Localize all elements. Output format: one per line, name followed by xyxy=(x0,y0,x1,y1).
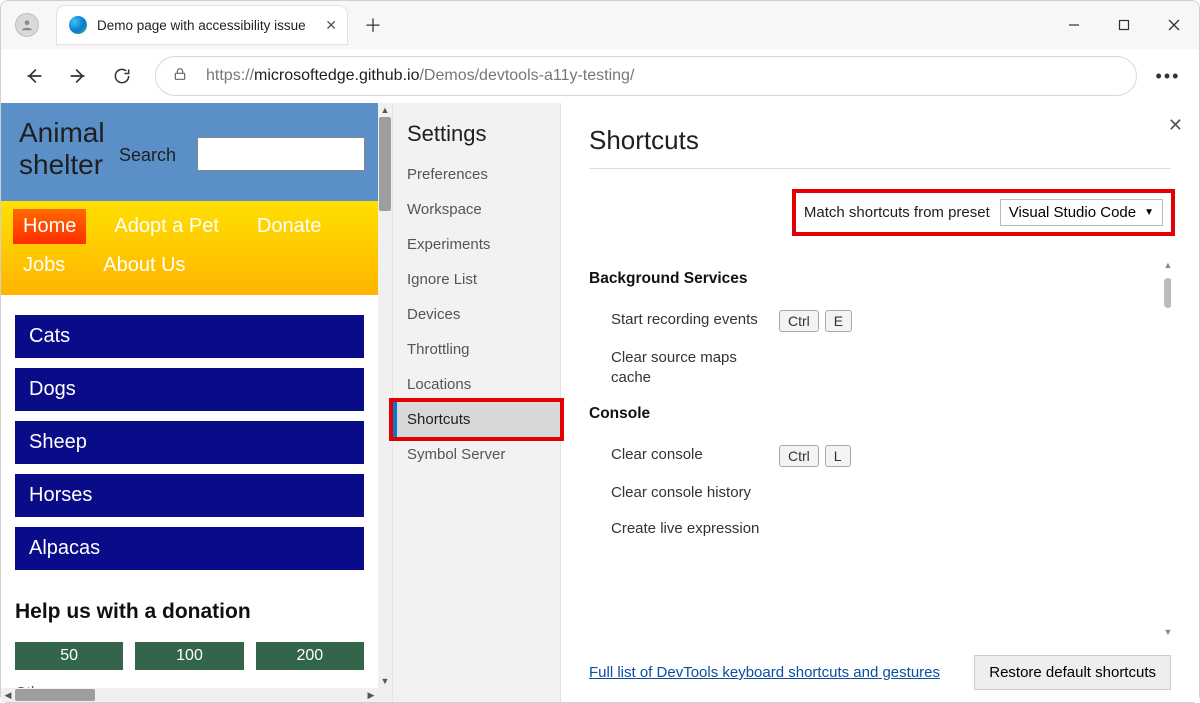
shortcut-row: Start recording eventsCtrl E xyxy=(589,302,1171,340)
preset-value: Visual Studio Code xyxy=(1009,204,1136,221)
shortcut-label: Clear console history xyxy=(589,483,779,503)
category-list: Cats Dogs Sheep Horses Alpacas xyxy=(1,295,378,580)
nav-link[interactable]: Adopt a Pet xyxy=(104,209,229,244)
preset-label: Match shortcuts from preset xyxy=(804,204,990,221)
donate-heading: Help us with a donation xyxy=(15,600,364,624)
browser-tab[interactable]: Demo page with accessibility issue ✕ xyxy=(57,6,347,44)
scroll-thumb[interactable] xyxy=(379,117,391,211)
shortcut-label: Clear console xyxy=(589,445,779,465)
scroll-up-arrow[interactable]: ▲ xyxy=(378,103,392,117)
settings-sidebar-item[interactable]: Workspace xyxy=(393,192,560,227)
shortcut-row: Clear consoleCtrl L xyxy=(589,437,1171,475)
maximize-button[interactable] xyxy=(1099,5,1149,45)
settings-sidebar-item[interactable]: Preferences xyxy=(393,157,560,192)
scroll-right-arrow[interactable]: ▶ xyxy=(364,688,378,702)
url-scheme: https:// xyxy=(206,67,254,85)
devtools-panel: Settings PreferencesWorkspaceExperiments… xyxy=(393,103,1199,702)
shortcut-group-title: Console xyxy=(589,405,1171,423)
profile-avatar[interactable] xyxy=(15,13,39,37)
nav-link[interactable]: Home xyxy=(13,209,86,244)
close-settings-button[interactable]: ✕ xyxy=(1168,115,1183,136)
settings-main: ✕ Shortcuts Match shortcuts from preset … xyxy=(561,103,1199,702)
nav-link[interactable]: Donate xyxy=(247,209,332,244)
scroll-down-arrow[interactable]: ▼ xyxy=(378,674,392,688)
search-label: Search xyxy=(119,145,176,166)
category-item[interactable]: Alpacas xyxy=(15,527,364,570)
preset-select[interactable]: Visual Studio Code ▼ xyxy=(1000,199,1163,226)
category-item[interactable]: Sheep xyxy=(15,421,364,464)
settings-sidebar: Settings PreferencesWorkspaceExperiments… xyxy=(393,103,561,702)
restore-defaults-button[interactable]: Restore default shortcuts xyxy=(974,655,1171,690)
scroll-corner xyxy=(378,688,392,702)
webpage-viewport: Animal shelter Search Home Adopt a Pet Don… xyxy=(1,103,393,702)
donate-amount-button[interactable]: 100 xyxy=(135,642,243,670)
lock-icon xyxy=(172,66,188,87)
shortcut-keys: Ctrl E xyxy=(779,310,852,332)
more-menu-button[interactable]: ••• xyxy=(1149,66,1187,87)
panel-title: Shortcuts xyxy=(589,125,1171,169)
edge-favicon xyxy=(69,16,87,34)
url-host: microsoftedge.github.io xyxy=(254,67,419,85)
shortcut-label: Start recording events xyxy=(589,310,779,330)
shortcut-keys: Ctrl L xyxy=(779,445,851,467)
settings-sidebar-item[interactable]: Throttling xyxy=(393,332,560,367)
chevron-down-icon: ▼ xyxy=(1144,207,1154,218)
page-vertical-scrollbar[interactable]: ▲ ▼ xyxy=(378,103,392,688)
shortcut-row: Clear console history xyxy=(589,475,1171,511)
settings-sidebar-item[interactable]: Ignore List xyxy=(393,262,560,297)
minimize-button[interactable] xyxy=(1049,5,1099,45)
scroll-up-arrow[interactable]: ▲ xyxy=(1163,260,1171,274)
shortcut-row: Create live expression xyxy=(589,511,1171,547)
donate-amount-button[interactable]: 200 xyxy=(256,642,364,670)
settings-sidebar-item[interactable]: Locations xyxy=(393,367,560,402)
new-tab-button[interactable]: ＋ xyxy=(353,5,393,45)
settings-title: Settings xyxy=(393,121,560,157)
settings-sidebar-item[interactable]: Devices xyxy=(393,297,560,332)
shortcut-row: Clear source maps cache xyxy=(589,340,1171,395)
forward-button[interactable] xyxy=(57,55,99,97)
scroll-thumb[interactable] xyxy=(15,689,95,701)
settings-sidebar-item[interactable]: Symbol Server xyxy=(393,437,560,472)
refresh-button[interactable] xyxy=(101,55,143,97)
search-input[interactable] xyxy=(197,137,365,171)
shortcut-label: Clear source maps cache xyxy=(589,348,779,387)
settings-sidebar-item[interactable]: Experiments xyxy=(393,227,560,262)
address-bar[interactable]: https://microsoftedge.github.io/Demos/de… xyxy=(155,56,1137,96)
preset-row: Match shortcuts from preset Visual Studi… xyxy=(796,193,1171,232)
category-item[interactable]: Horses xyxy=(15,474,364,517)
shortcut-group-title: Background Services xyxy=(589,270,1171,288)
keyboard-key: Ctrl xyxy=(779,310,819,332)
close-window-button[interactable] xyxy=(1149,5,1199,45)
scroll-left-arrow[interactable]: ◀ xyxy=(1,688,15,702)
shortcut-scrollbar[interactable]: ▲ ▼ xyxy=(1163,260,1171,641)
browser-toolbar: https://microsoftedge.github.io/Demos/de… xyxy=(1,49,1199,103)
main-nav: Home Adopt a Pet Donate Jobs About Us xyxy=(1,201,378,295)
category-item[interactable]: Cats xyxy=(15,315,364,358)
keyboard-key: L xyxy=(825,445,851,467)
scroll-down-arrow[interactable]: ▼ xyxy=(1163,627,1171,641)
scroll-thumb[interactable] xyxy=(1164,278,1171,308)
tab-close-icon[interactable]: ✕ xyxy=(325,17,337,34)
donate-section: Help us with a donation 50100200 Other xyxy=(1,580,378,688)
shortcut-label: Create live expression xyxy=(589,519,779,539)
nav-link[interactable]: About Us xyxy=(93,248,195,283)
full-list-link[interactable]: Full list of DevTools keyboard shortcuts… xyxy=(589,664,940,681)
tab-title: Demo page with accessibility issue xyxy=(97,18,317,33)
site-title: Animal shelter xyxy=(19,117,129,181)
nav-link[interactable]: Jobs xyxy=(13,248,75,283)
keyboard-key: Ctrl xyxy=(779,445,819,467)
page-horizontal-scrollbar[interactable]: ◀ ▶ xyxy=(1,688,378,702)
url-path: /Demos/devtools-a11y-testing/ xyxy=(419,67,634,85)
window-controls xyxy=(1049,5,1199,45)
site-header: Animal shelter Search xyxy=(1,103,378,201)
back-button[interactable] xyxy=(13,55,55,97)
shortcut-list: ▲ ▼ Background Services Start recording e… xyxy=(589,260,1171,641)
donate-amount-button[interactable]: 50 xyxy=(15,642,123,670)
settings-sidebar-item[interactable]: Shortcuts xyxy=(393,402,560,437)
keyboard-key: E xyxy=(825,310,852,332)
browser-titlebar: Demo page with accessibility issue ✕ ＋ xyxy=(1,1,1199,49)
category-item[interactable]: Dogs xyxy=(15,368,364,411)
